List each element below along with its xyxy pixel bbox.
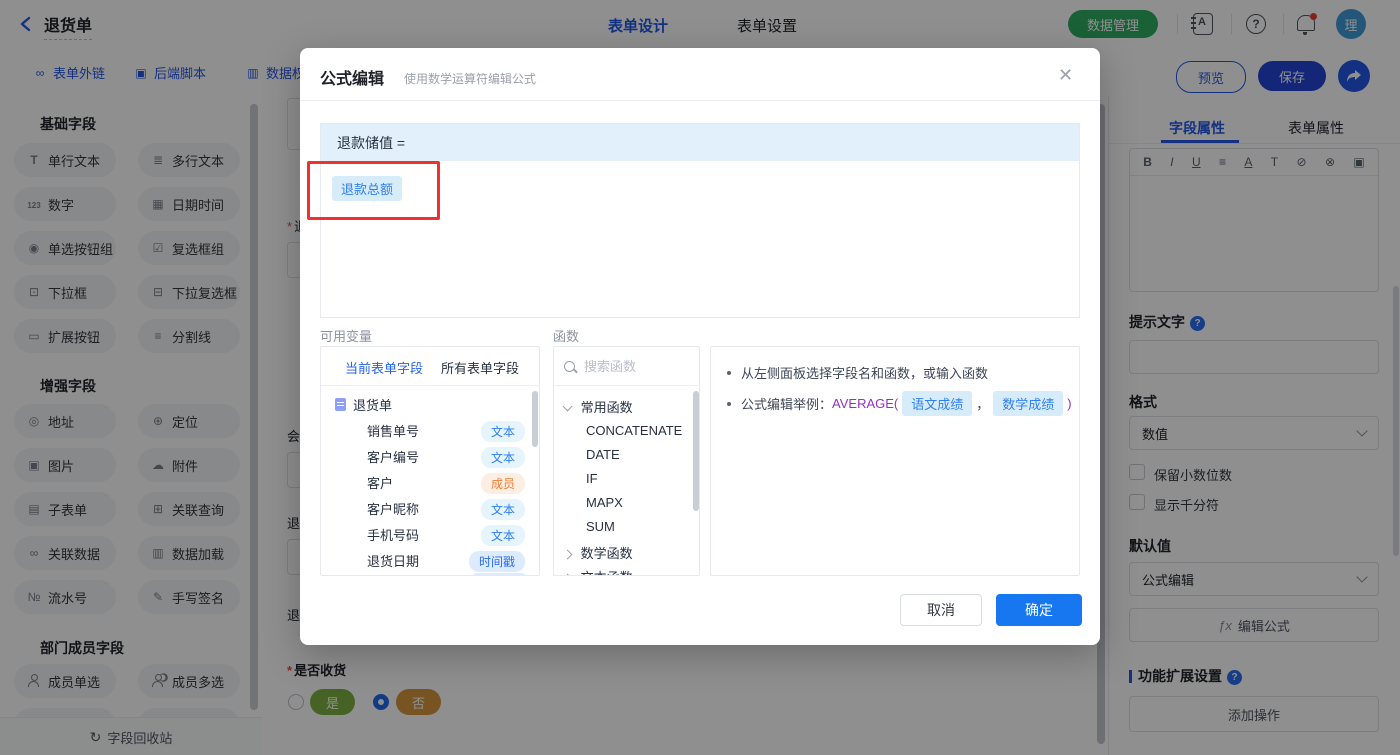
function-group-math[interactable]: 数学函数 <box>562 543 633 562</box>
function-item[interactable]: IF <box>586 471 598 486</box>
hint-panel: 从左侧面板选择字段名和函数，或输入函数 公式编辑举例： AVERAGE( 语文成… <box>710 346 1080 576</box>
variable-item[interactable]: 销售单号 <box>367 419 419 441</box>
cancel-button[interactable]: 取消 <box>900 594 982 626</box>
formula-target: 退款储值 = <box>321 124 1079 161</box>
function-item[interactable]: DATE <box>586 447 620 462</box>
function-group-text[interactable]: 文本函数 <box>562 567 633 575</box>
type-badge: 文本 <box>481 499 526 520</box>
type-badge: 文本 <box>481 421 526 442</box>
type-badge: 文本 <box>481 525 526 546</box>
bullet-icon <box>727 401 731 406</box>
variables-panel: 当前表单字段 所有表单字段 退货单 销售单号 文本 客户编号 文本 客户 成员 … <box>320 346 540 576</box>
formula-expression-box[interactable]: 退款储值 = <box>320 123 1080 318</box>
variables-tabs: 当前表单字段 所有表单字段 <box>321 347 539 386</box>
app-root: 退货单 表单设计 表单设置 数据管理 理 表单外链 后端脚本 数据权限 预览 保… <box>0 0 1400 755</box>
variable-item[interactable]: 退货日期 <box>367 549 419 571</box>
chevron-expanded-icon <box>562 401 573 412</box>
variable-item[interactable]: 客户编号 <box>367 445 419 467</box>
function-search <box>554 347 699 386</box>
function-name-example: AVERAGE( <box>832 396 899 411</box>
formula-field-tag[interactable]: 退款总额 <box>332 176 403 201</box>
hint-line-1: 从左侧面板选择字段名和函数，或输入函数 <box>727 363 988 382</box>
functions-label: 函数 <box>553 329 580 344</box>
variable-item[interactable]: 客户昵称 <box>367 497 419 519</box>
type-badge: 成员 <box>481 473 526 494</box>
divider <box>300 100 1100 101</box>
function-group-common[interactable]: 常用函数 <box>562 397 633 416</box>
tree-root[interactable]: 退货单 <box>335 393 392 415</box>
functions-scrollbar[interactable] <box>693 391 699 511</box>
clipped-badge <box>469 573 529 575</box>
tab-all-form-fields[interactable]: 所有表单字段 <box>441 358 519 377</box>
function-item[interactable]: SUM <box>586 519 615 534</box>
functions-panel: 常用函数 CONCATENATE DATE IF MAPX SUM 数学函数 文… <box>553 346 700 576</box>
example-field-tag: 语文成绩 <box>902 391 973 416</box>
chevron-collapsed-icon <box>562 549 573 560</box>
example-field-tag: 数学成绩 <box>993 391 1064 416</box>
type-badge: 文本 <box>481 447 526 468</box>
confirm-button[interactable]: 确定 <box>996 594 1082 626</box>
variables-scrollbar[interactable] <box>532 391 538 447</box>
function-item[interactable]: CONCATENATE <box>586 423 682 438</box>
modal-subtitle: 使用数学运算符编辑公式 <box>404 72 537 86</box>
bullet-icon <box>727 370 731 375</box>
formula-editor-modal: 公式编辑 使用数学运算符编辑公式 ✕ 退款储值 = 退款总额 可用变量 函数 当… <box>300 48 1100 645</box>
close-icon[interactable]: ✕ <box>1058 66 1073 84</box>
hint-line-2: 公式编辑举例： AVERAGE( 语文成绩 ， 数学成绩 ) <box>727 391 1072 416</box>
variable-item[interactable]: 客户 <box>367 471 393 493</box>
type-badge: 时间戳 <box>469 551 526 572</box>
variable-item[interactable]: 手机号码 <box>367 523 419 545</box>
variables-label: 可用变量 <box>320 329 373 344</box>
search-input[interactable] <box>582 357 686 375</box>
search-icon <box>564 360 575 372</box>
chevron-collapsed-icon <box>562 573 573 575</box>
modal-title: 公式编辑 <box>320 71 385 88</box>
function-item[interactable]: MAPX <box>586 495 623 510</box>
tab-current-form-fields[interactable]: 当前表单字段 <box>345 358 423 377</box>
form-doc-icon <box>335 397 346 411</box>
